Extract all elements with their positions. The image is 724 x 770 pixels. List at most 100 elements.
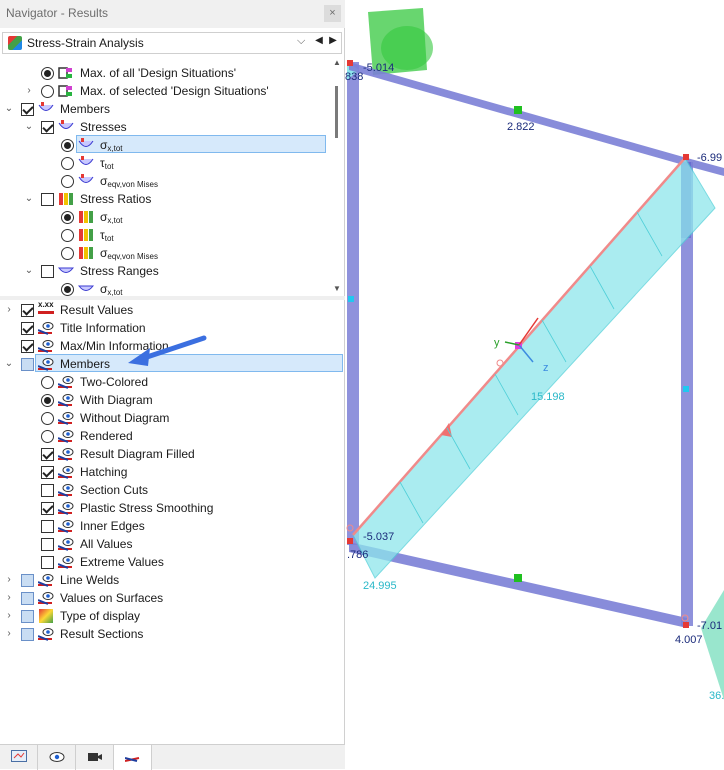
chevron-down-icon[interactable]: ⌵ [297, 35, 305, 48]
tree-item-ratio-sigma-x[interactable]: σx,tot [0, 208, 330, 226]
next-arrow-button[interactable]: ▶ [327, 35, 339, 51]
close-button[interactable]: × [324, 5, 341, 22]
tree-item-all-values[interactable]: All Values [0, 535, 340, 553]
radio-tau-tot[interactable] [61, 157, 74, 170]
radio-sigma-x-tot[interactable] [61, 139, 74, 152]
tree-item-line-welds[interactable]: › Line Welds [0, 571, 340, 589]
tree-item-stress-ratios[interactable]: ⌄ Stress Ratios [0, 190, 330, 208]
tree-item-plastic-stress-smoothing[interactable]: Plastic Stress Smoothing [0, 499, 340, 517]
tree-item-ratio-tau[interactable]: τtot [0, 226, 330, 244]
tree-item-result-sections[interactable]: › Result Sections [0, 625, 340, 643]
checkbox-title-information[interactable] [21, 322, 34, 335]
checkbox-hatching[interactable] [41, 466, 54, 479]
tree-item-inner-edges[interactable]: Inner Edges [0, 517, 340, 535]
checkbox-stress-ranges[interactable] [41, 265, 54, 278]
tree-item-members[interactable]: ⌄ Members [0, 100, 330, 118]
checkbox-line-welds[interactable] [21, 574, 34, 587]
checkbox-stresses[interactable] [41, 121, 54, 134]
checkbox-values-on-surfaces[interactable] [21, 592, 34, 605]
navigator-titlebar: Navigator - Results × [0, 0, 345, 28]
design-situation-icon [58, 67, 72, 79]
tree-item-sigma-eqv[interactable]: σeqv,von Mises [0, 172, 330, 190]
radio-rendered[interactable] [41, 430, 54, 443]
dropdown-value: Stress-Strain Analysis [27, 36, 144, 50]
model-viewport[interactable]: -5.014 838 2.822 -6.99 15.198 -5.037 .78… [345, 0, 724, 769]
chevron-down-icon[interactable]: ⌄ [23, 190, 35, 208]
chevron-right-icon[interactable]: › [3, 589, 15, 607]
checkbox-type-of-display[interactable] [21, 610, 34, 623]
checkbox-plastic-stress-smoothing[interactable] [41, 502, 54, 515]
checkbox-all-values[interactable] [41, 538, 54, 551]
scrollbar-thumb[interactable] [335, 86, 338, 138]
tree-item-type-of-display[interactable]: › Type of display [0, 607, 340, 625]
tree-item-ratio-sigma-eqv[interactable]: σeqv,von Mises [0, 244, 330, 262]
display-eye-icon [58, 448, 74, 461]
value-label: .786 [347, 549, 369, 561]
checkbox-extreme-values[interactable] [41, 556, 54, 569]
chevron-down-icon[interactable]: ⌄ [23, 262, 35, 280]
tree-item-without-diagram[interactable]: Without Diagram [0, 409, 340, 427]
value-label: 15.198 [531, 391, 565, 403]
value-label: 2.822 [507, 121, 535, 133]
chevron-down-icon[interactable]: ⌄ [3, 355, 15, 373]
tree-item-extreme-values[interactable]: Extreme Values [0, 553, 340, 571]
tree-item-stresses[interactable]: ⌄ Stresses [0, 118, 330, 136]
tree-item-tau-tot[interactable]: τtot [0, 154, 330, 172]
chevron-right-icon[interactable]: › [3, 607, 15, 625]
tab-results[interactable] [114, 745, 152, 770]
checkbox-result-values[interactable] [21, 304, 34, 317]
checkbox-section-cuts[interactable] [41, 484, 54, 497]
tree-item-sigma-x-tot[interactable]: σx,tot [0, 136, 330, 154]
chevron-right-icon[interactable]: › [3, 571, 15, 589]
checkbox-result-sections[interactable] [21, 628, 34, 641]
radio-ratio-sigma-eqv[interactable] [61, 247, 74, 260]
tree-item-values-on-surfaces[interactable]: › Values on Surfaces [0, 589, 340, 607]
radio-max-selected[interactable] [41, 85, 54, 98]
radio-sigma-eqv[interactable] [61, 175, 74, 188]
chevron-right-icon[interactable]: › [3, 625, 15, 643]
scroll-down-icon[interactable]: ▼ [333, 284, 341, 293]
radio-with-diagram[interactable] [41, 394, 54, 407]
stress-component-icon [78, 138, 94, 147]
radio-range-sigma-x[interactable] [61, 283, 74, 296]
tab-data[interactable] [0, 745, 38, 770]
tab-view[interactable] [38, 745, 76, 770]
result-type-dropdown[interactable]: Stress-Strain Analysis ⌵ ◀ ▶ [2, 32, 342, 54]
tree-scrollbar[interactable]: ▲ ▼ [331, 58, 343, 294]
tree-item-result-diagram-filled[interactable]: Result Diagram Filled [0, 445, 340, 463]
tree-item-with-diagram[interactable]: With Diagram [0, 391, 340, 409]
chevron-down-icon[interactable]: ⌄ [23, 118, 35, 136]
radio-two-colored[interactable] [41, 376, 54, 389]
mid-node-bottom [514, 574, 522, 582]
checkbox-inner-edges[interactable] [41, 520, 54, 533]
chevron-right-icon[interactable]: › [3, 301, 15, 319]
tree-item-max-all[interactable]: Max. of all 'Design Situations' [0, 64, 330, 82]
checkbox-result-diagram-filled[interactable] [41, 448, 54, 461]
tab-camera[interactable] [76, 745, 114, 770]
tree-item-label: Without Diagram [80, 411, 170, 425]
display-eye-icon [38, 358, 54, 371]
previous-arrow-button[interactable]: ◀ [313, 35, 325, 51]
tree-item-max-selected[interactable]: › Max. of selected 'Design Situations' [0, 82, 330, 100]
checkbox-members[interactable] [21, 103, 34, 116]
tree-item-section-cuts[interactable]: Section Cuts [0, 481, 340, 499]
tree-item-rendered[interactable]: Rendered [0, 427, 340, 445]
radio-ratio-tau[interactable] [61, 229, 74, 242]
results-icon [125, 757, 140, 762]
tree-item-stress-ranges[interactable]: ⌄ Stress Ranges [0, 262, 330, 280]
display-eye-icon [58, 502, 74, 515]
chevron-down-icon[interactable]: ⌄ [3, 100, 15, 118]
radio-without-diagram[interactable] [41, 412, 54, 425]
tree-item-hatching[interactable]: Hatching [0, 463, 340, 481]
display-eye-icon [58, 520, 74, 533]
chevron-right-icon[interactable]: › [23, 82, 35, 100]
tree-item-range-sigma-x[interactable]: σx,tot [0, 280, 330, 296]
checkbox-stress-ratios[interactable] [41, 193, 54, 206]
checkbox-max-min-information[interactable] [21, 340, 34, 353]
checkbox-display-members[interactable] [21, 358, 34, 371]
radio-max-all[interactable] [41, 67, 54, 80]
scroll-up-icon[interactable]: ▲ [333, 58, 341, 67]
radio-ratio-sigma-x[interactable] [61, 211, 74, 224]
tree-item-two-colored[interactable]: Two-Colored [0, 373, 340, 391]
tree-item-result-values[interactable]: › x.xx Result Values [0, 300, 340, 319]
